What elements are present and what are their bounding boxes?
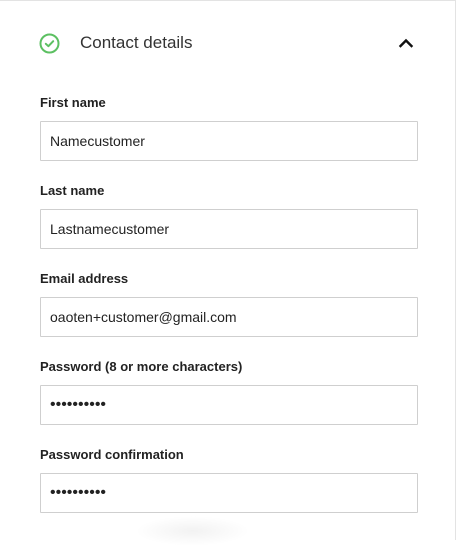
button-shadow xyxy=(135,516,250,546)
section-title: Contact details xyxy=(80,33,193,52)
password-input[interactable] xyxy=(40,385,418,425)
contact-details-header[interactable]: Contact details xyxy=(39,31,417,55)
email-input[interactable] xyxy=(40,297,418,337)
first-name-input[interactable] xyxy=(40,121,418,161)
chevron-up-icon[interactable] xyxy=(398,35,414,51)
password-label: Password (8 or more characters) xyxy=(40,359,243,374)
last-name-field: Last name xyxy=(40,183,418,249)
last-name-input[interactable] xyxy=(40,209,418,249)
password-confirmation-field: Password confirmation xyxy=(40,447,418,513)
last-name-label: Last name xyxy=(40,183,105,198)
contact-details-panel: Contact details First name Last name Ema… xyxy=(0,0,456,546)
password-field: Password (8 or more characters) xyxy=(40,359,418,425)
first-name-field: First name xyxy=(40,95,418,161)
email-field: Email address xyxy=(40,271,418,337)
check-circle-icon xyxy=(39,33,60,54)
first-name-label: First name xyxy=(40,95,106,110)
email-label: Email address xyxy=(40,271,129,286)
password-confirmation-label: Password confirmation xyxy=(40,447,184,462)
password-confirmation-input[interactable] xyxy=(40,473,418,513)
